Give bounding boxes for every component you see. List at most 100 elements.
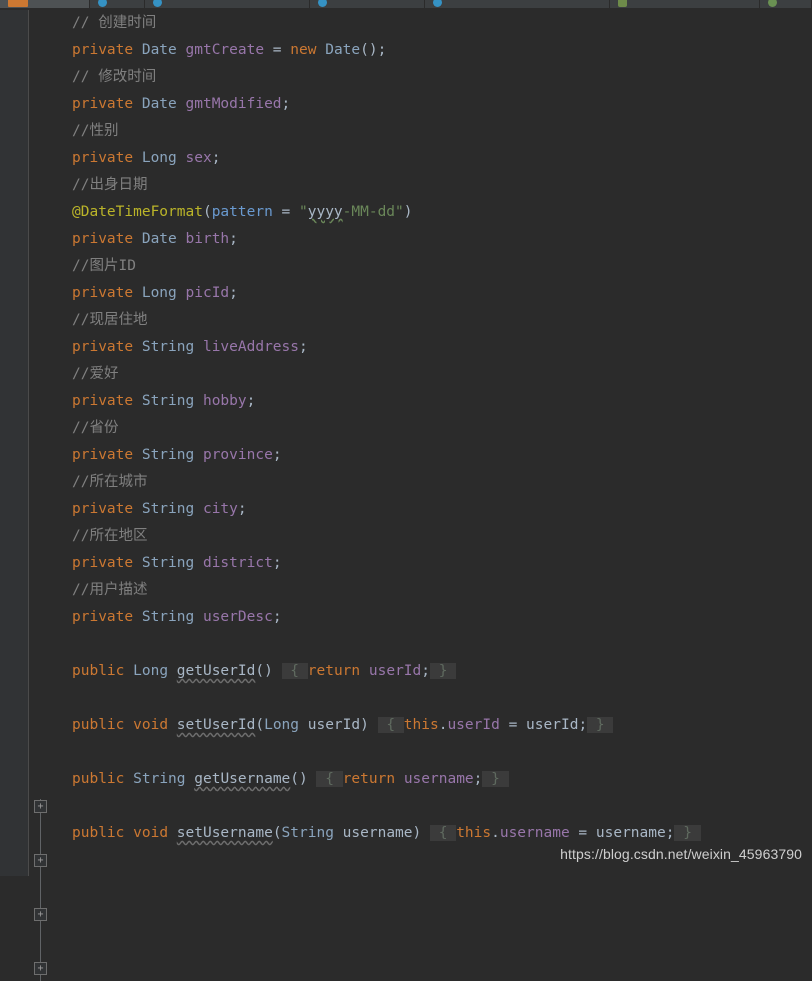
java-class-icon bbox=[433, 0, 442, 7]
token-field: username bbox=[403, 771, 474, 787]
code-line[interactable]: private Long sex; bbox=[29, 145, 812, 172]
token-str: -MM-dd" bbox=[342, 204, 404, 220]
code-line-comment[interactable]: //性别 bbox=[29, 118, 812, 145]
token-field: province bbox=[202, 447, 273, 463]
token-type: Long bbox=[141, 150, 177, 166]
token-mname: setUsername bbox=[176, 825, 273, 841]
code-line-comment[interactable]: //出身日期 bbox=[29, 172, 812, 199]
token-ident bbox=[194, 609, 203, 625]
token-punct: = bbox=[569, 825, 596, 841]
token-punct: ; bbox=[272, 447, 282, 463]
token-kw: private bbox=[72, 231, 134, 247]
code-line-comment[interactable]: //图片ID bbox=[29, 253, 812, 280]
token-punct: ; bbox=[272, 609, 282, 625]
token-ident bbox=[168, 663, 177, 679]
token-field: userDesc bbox=[202, 609, 273, 625]
code-line-comment[interactable]: //所在地区 bbox=[29, 523, 812, 550]
token-kw: this bbox=[403, 717, 439, 733]
token-punct: ; bbox=[211, 150, 221, 166]
java-class-icon bbox=[153, 0, 162, 7]
token-fold: } bbox=[587, 717, 614, 733]
token-ident bbox=[273, 663, 282, 679]
token-cmt: // 修改时间 bbox=[72, 69, 157, 85]
token-ident: username) bbox=[333, 825, 422, 841]
code-line-comment[interactable]: //省份 bbox=[29, 415, 812, 442]
code-line[interactable]: private String userDesc; bbox=[29, 604, 812, 631]
editor-tab-0[interactable] bbox=[0, 0, 90, 8]
token-kw: private bbox=[72, 447, 134, 463]
code-line-blank[interactable] bbox=[29, 739, 812, 766]
token-field: district bbox=[202, 555, 273, 571]
code-line[interactable]: private Long picId; bbox=[29, 280, 812, 307]
fold-expand-icon-3[interactable]: + bbox=[34, 962, 47, 975]
editor-tab-4[interactable] bbox=[425, 0, 610, 8]
editor-tab-1[interactable] bbox=[90, 0, 145, 8]
code-line-comment[interactable]: //所在城市 bbox=[29, 469, 812, 496]
code-line[interactable]: private String province; bbox=[29, 442, 812, 469]
token-cmt: //所在城市 bbox=[72, 474, 148, 490]
code-line[interactable]: private String hobby; bbox=[29, 388, 812, 415]
token-field: hobby bbox=[202, 393, 247, 409]
token-kw: return bbox=[342, 771, 396, 787]
code-line[interactable]: private Date gmtCreate = new Date(); bbox=[29, 37, 812, 64]
intellij-editor-window: // 创建时间 private Date gmtCreate = new Date… bbox=[0, 0, 812, 981]
token-sq: yyyy bbox=[307, 204, 343, 220]
token-cmt: //出身日期 bbox=[72, 177, 148, 193]
token-field: picId bbox=[185, 285, 230, 301]
token-punct: ; bbox=[246, 393, 256, 409]
token-ident bbox=[421, 825, 430, 841]
token-str: " bbox=[299, 204, 308, 220]
token-ident bbox=[124, 663, 133, 679]
fold-expand-icon-1[interactable]: + bbox=[34, 854, 47, 867]
token-ident bbox=[133, 231, 142, 247]
token-fold: { bbox=[281, 663, 308, 679]
code-line-blank[interactable] bbox=[29, 631, 812, 658]
fold-expand-icon-0[interactable]: + bbox=[34, 800, 47, 813]
code-line[interactable]: private String liveAddress; bbox=[29, 334, 812, 361]
code-line-comment[interactable]: // 修改时间 bbox=[29, 64, 812, 91]
code-viewport[interactable]: // 创建时间 private Date gmtCreate = new Date… bbox=[29, 10, 812, 876]
token-ident bbox=[133, 285, 142, 301]
editor-tab-6[interactable] bbox=[760, 0, 812, 8]
token-ident bbox=[316, 42, 325, 58]
code-line-comment[interactable]: //现居住地 bbox=[29, 307, 812, 334]
code-line[interactable]: public Long getUserId() { return userId;… bbox=[29, 658, 812, 685]
token-cmt: //性别 bbox=[72, 123, 119, 139]
code-line-comment[interactable]: // 创建时间 bbox=[29, 10, 812, 37]
code-line[interactable]: public void setUserId(Long userId) { thi… bbox=[29, 712, 812, 739]
token-punct: ; bbox=[237, 501, 247, 517]
code-line[interactable]: private Date birth; bbox=[29, 226, 812, 253]
editor-tab-3[interactable] bbox=[310, 0, 425, 8]
token-punct: ) bbox=[403, 204, 413, 220]
token-ident bbox=[133, 150, 142, 166]
fold-expand-icon-2[interactable]: + bbox=[34, 908, 47, 921]
token-kw: private bbox=[72, 609, 134, 625]
token-punct: () bbox=[290, 771, 308, 787]
editor-tab-5[interactable] bbox=[610, 0, 760, 8]
editor-gutter[interactable] bbox=[0, 10, 28, 876]
code-line[interactable]: private String district; bbox=[29, 550, 812, 577]
token-punct: ; bbox=[229, 285, 238, 301]
token-ident bbox=[124, 717, 133, 733]
token-anno: @DateTimeFormat bbox=[72, 204, 203, 220]
code-line[interactable]: public String getUsername() { return use… bbox=[29, 766, 812, 793]
token-ident bbox=[133, 339, 142, 355]
token-ident bbox=[186, 771, 195, 787]
code-line[interactable]: @DateTimeFormat(pattern = "yyyy-MM-dd") bbox=[29, 199, 812, 226]
token-punct: ; bbox=[578, 717, 588, 733]
code-line[interactable]: private Date gmtModified; bbox=[29, 91, 812, 118]
code-line[interactable]: private String city; bbox=[29, 496, 812, 523]
code-line-comment[interactable]: //爱好 bbox=[29, 361, 812, 388]
token-kw: public bbox=[72, 825, 125, 841]
code-line-blank[interactable] bbox=[29, 793, 812, 820]
token-type: String bbox=[141, 339, 195, 355]
editor-tab-2[interactable] bbox=[145, 0, 310, 8]
token-kw: private bbox=[72, 393, 134, 409]
editor-tab-bar[interactable] bbox=[0, 0, 812, 8]
code-line[interactable]: public void setUsername(String username)… bbox=[29, 820, 812, 847]
token-field: userId bbox=[447, 717, 500, 733]
token-cmt: //省份 bbox=[72, 420, 119, 436]
code-line-blank[interactable] bbox=[29, 685, 812, 712]
code-line-comment[interactable]: //用户描述 bbox=[29, 577, 812, 604]
token-type: Date bbox=[141, 231, 177, 247]
